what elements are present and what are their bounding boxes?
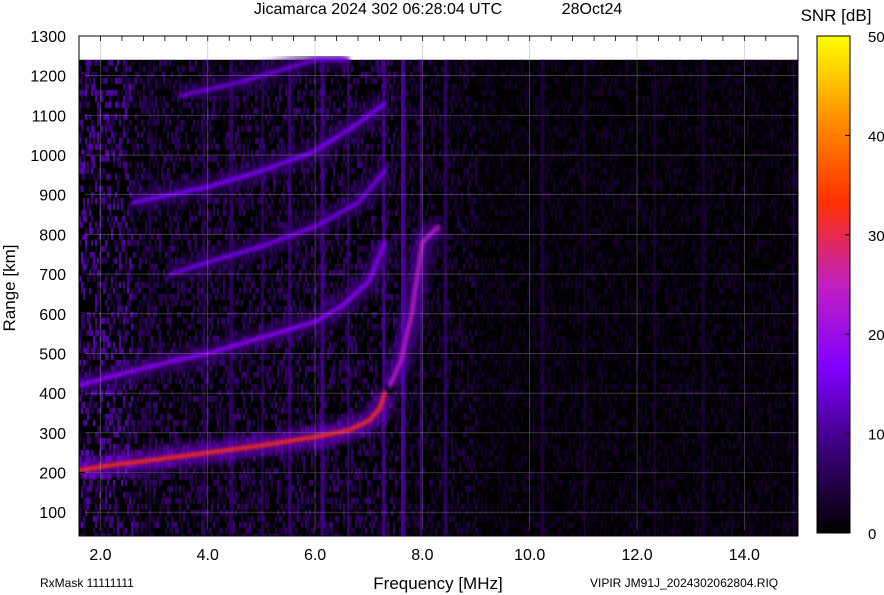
y-tick-label: 900 [39,188,66,205]
x-tick-label: 10.0 [514,547,545,564]
chart-date-label: 28Oct24 [562,1,623,18]
interference-streak [583,59,586,536]
x-tick-label: 6.0 [304,547,326,564]
x-tick-label: 4.0 [197,547,219,564]
colorbar-ticks: 0 10 20 30 40 50 [845,29,884,543]
colorbar-tick-label: 0 [868,526,876,543]
x-axis-label: Frequency [MHz] [373,574,502,593]
chart-title: Jicamarca 2024 302 06:28:04 UTC [254,1,502,18]
interference-streak [382,59,386,536]
plot-area [79,36,798,536]
noise-texture [79,59,798,536]
y-tick-label: 500 [39,346,66,363]
y-tick-label: 1300 [30,29,66,46]
y-axis-label: Range [km] [0,245,19,332]
interference-streak [202,59,206,536]
x-tick-label: 8.0 [411,547,433,564]
y-tick-label: 800 [39,227,66,244]
y-tick-label: 1000 [30,148,66,165]
y-tick-label: 400 [39,386,66,403]
ionogram-chart: Jicamarca 2024 302 06:28:04 UTC 28Oct24 … [0,1,884,593]
no-data-region [79,36,798,60]
file-label: VIPIR JM91J_2024302062804.RIQ [590,576,778,590]
y-tick-label: 1100 [32,108,67,125]
interference-streak [261,59,264,536]
colorbar-tick-label: 10 [868,427,884,444]
colorbar-label: SNR [dB] [801,6,872,25]
y-axis: 100 200 300 400 500 600 700 800 900 1000 1100 1200 1… [30,29,85,522]
interference-streak [540,59,545,536]
y-tick-label: 300 [39,426,66,443]
interference-streak [653,59,657,536]
colorbar-tick-label: 20 [868,327,884,344]
interference-streak [288,59,292,536]
interference-streak [443,59,447,536]
colorbar [816,35,851,534]
y-tick-label: 600 [39,307,66,324]
interference-streak [229,59,234,536]
x-tick-label: 12.0 [621,547,652,564]
interference-streak [792,59,795,536]
x-tick-label: 2.0 [89,547,111,564]
colorbar-tick-label: 50 [868,29,884,46]
colorbar-tick-label: 30 [868,228,884,245]
colorbar-tick-label: 40 [868,128,884,145]
rxmask-label: RxMask 11111111 [40,576,134,590]
y-tick-label: 100 [39,505,66,522]
interference-streak [320,59,325,536]
y-tick-label: 200 [39,466,66,483]
y-tick-label: 700 [39,267,66,284]
y-tick-label: 1200 [30,69,66,86]
x-tick-label: 14.0 [729,547,760,564]
interference-streak [701,59,706,536]
